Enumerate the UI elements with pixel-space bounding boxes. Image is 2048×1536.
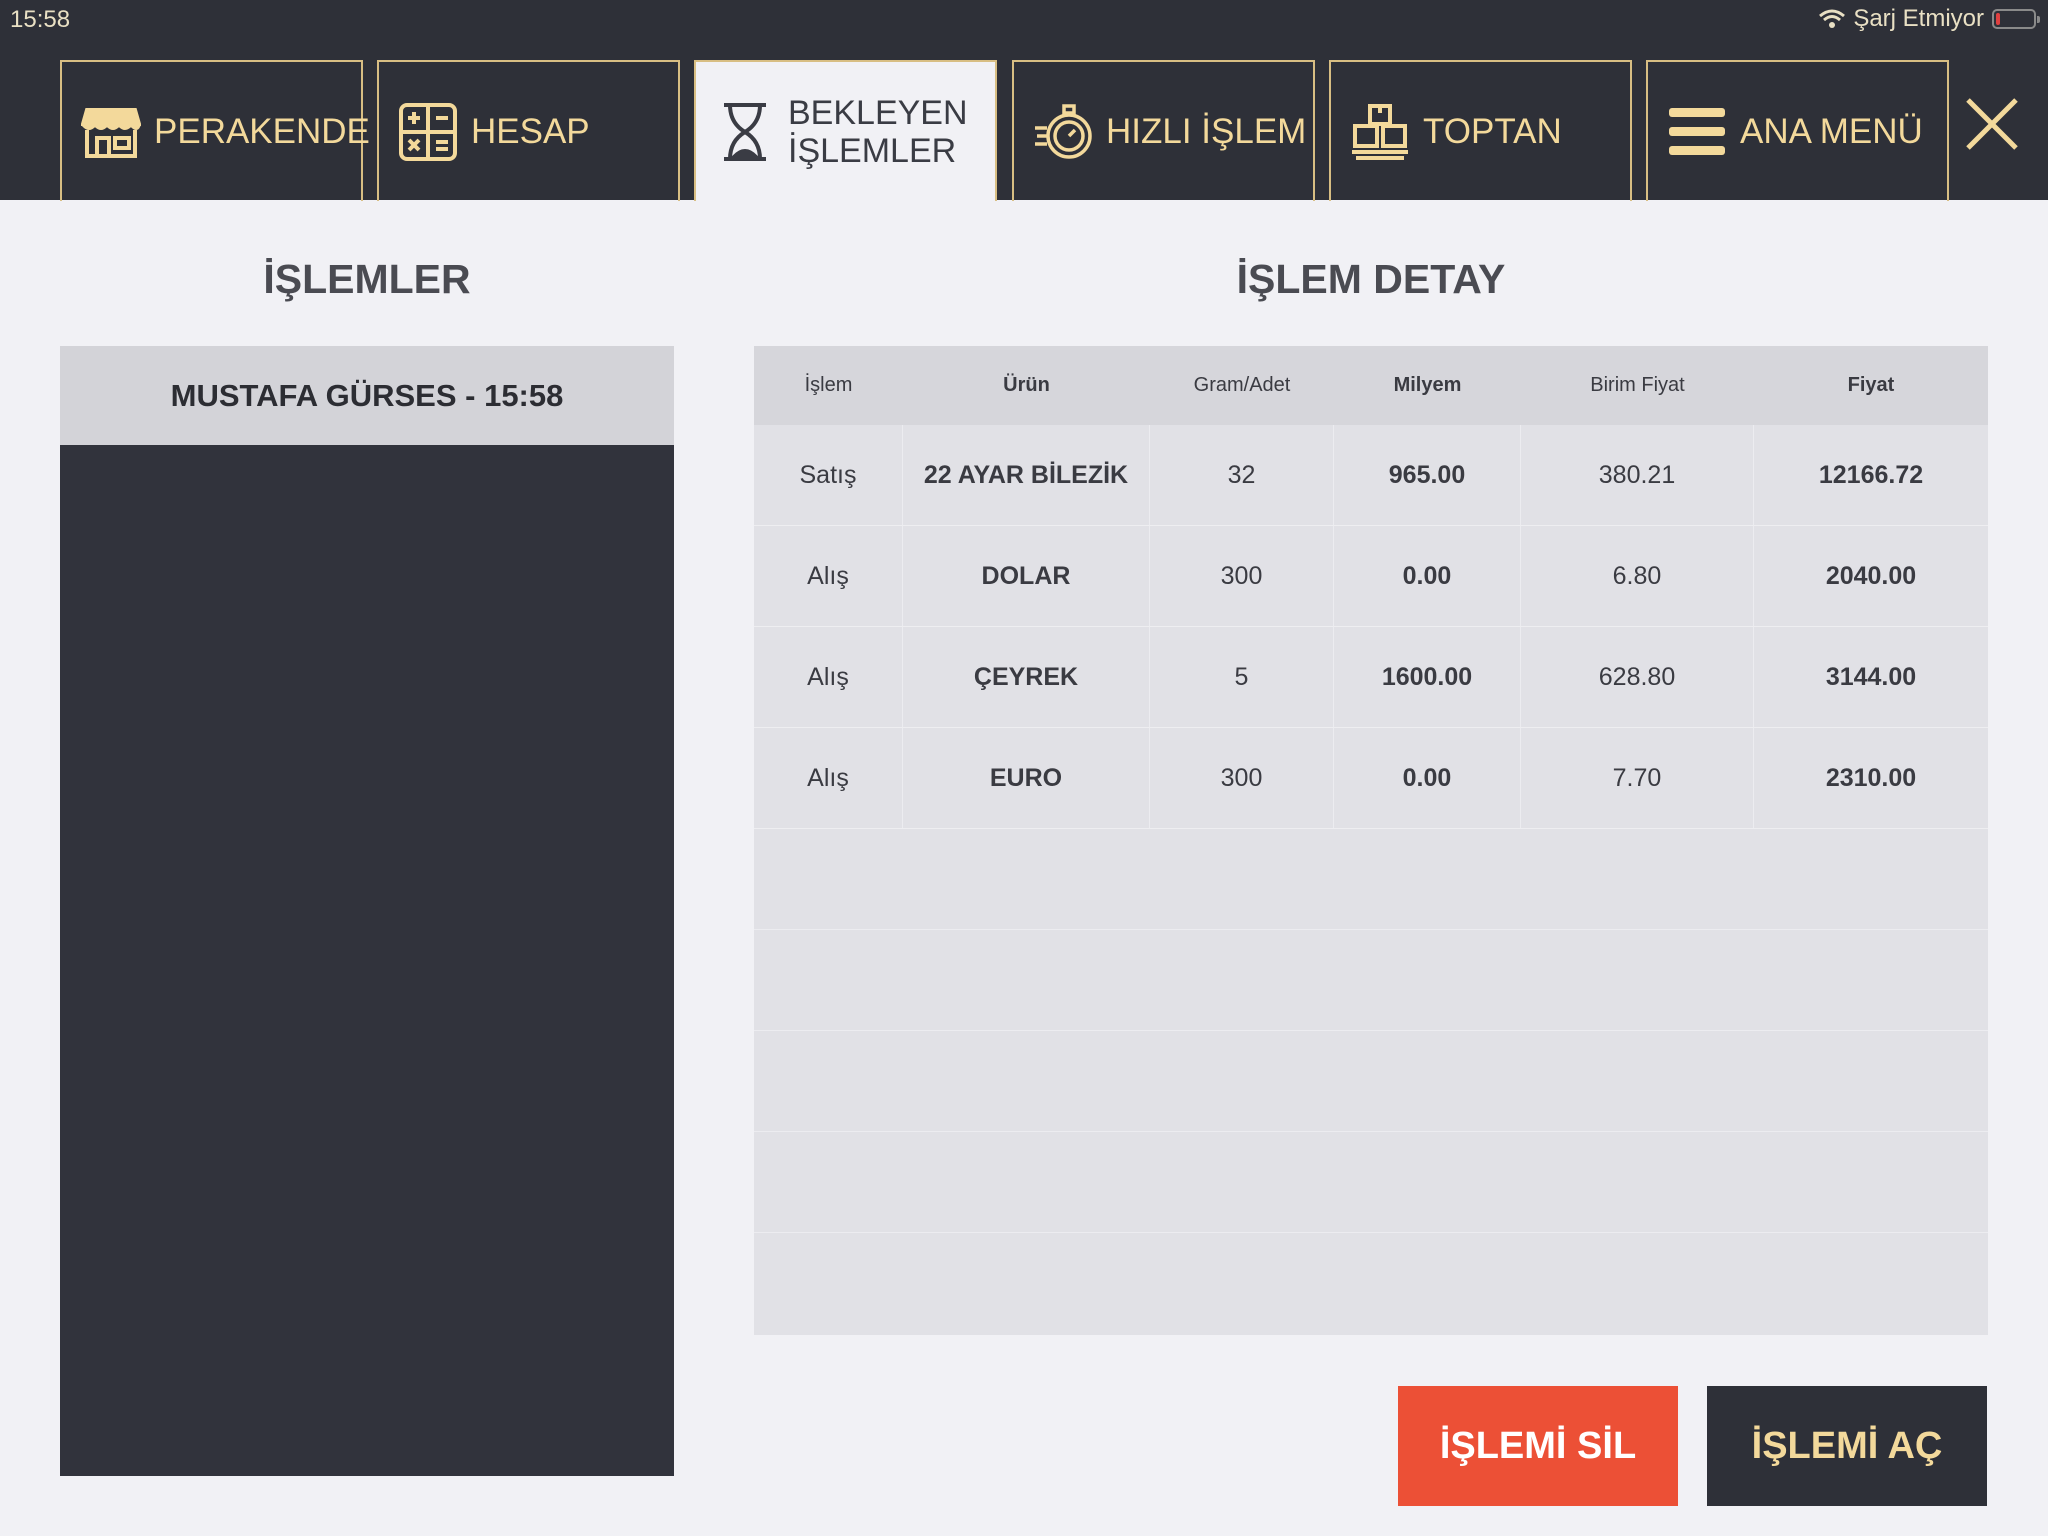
cell-gram-adet: 5 xyxy=(1150,627,1334,727)
cell-gram-adet: 32 xyxy=(1150,425,1334,525)
empty-row xyxy=(754,930,1988,1031)
table-row[interactable]: Alış DOLAR 300 0.00 6.80 2040.00 xyxy=(754,526,1988,627)
tab-perakende[interactable]: PERAKENDE xyxy=(60,60,370,201)
cell-gram-adet: 300 xyxy=(1150,526,1334,626)
tab-label: PERAKENDE xyxy=(154,111,370,151)
cell-islem: Alış xyxy=(754,627,903,727)
transactions-list: MUSTAFA GÜRSES - 15:58 xyxy=(60,346,674,1476)
cell-birim-fiyat: 7.70 xyxy=(1521,728,1754,828)
tab-label: HIZLI İŞLEM xyxy=(1106,111,1307,151)
empty-row xyxy=(754,829,1988,930)
cell-birim-fiyat: 380.21 xyxy=(1521,425,1754,525)
delete-transaction-button[interactable]: İŞLEMİ SİL xyxy=(1398,1386,1678,1506)
cell-birim-fiyat: 628.80 xyxy=(1521,627,1754,727)
cell-milyem: 0.00 xyxy=(1334,728,1521,828)
hourglass-icon xyxy=(714,101,776,163)
table-row[interactable]: Alış EURO 300 0.00 7.70 2310.00 xyxy=(754,728,1988,829)
tab-bekleyen-islemler[interactable]: BEKLEYEN İŞLEMLER xyxy=(694,60,997,201)
battery-icon xyxy=(1992,9,2040,29)
empty-row xyxy=(754,1132,1988,1233)
cell-milyem: 965.00 xyxy=(1334,425,1521,525)
tab-label-line2: İŞLEMLER xyxy=(788,131,957,170)
stopwatch-icon xyxy=(1032,101,1094,163)
status-indicators: Şarj Etmiyor xyxy=(1819,5,2040,33)
transaction-detail-title: İŞLEM DETAY xyxy=(1236,256,1506,302)
header-birim-fiyat: Birim Fiyat xyxy=(1590,374,1685,396)
header-islem: İşlem xyxy=(804,374,853,396)
close-icon[interactable] xyxy=(1960,92,2024,156)
cell-milyem: 1600.00 xyxy=(1334,627,1521,727)
table-row[interactable]: Alış ÇEYREK 5 1600.00 628.80 3144.00 xyxy=(754,627,1988,728)
empty-row xyxy=(754,1031,1988,1132)
cell-fiyat: 3144.00 xyxy=(1825,662,1917,691)
cell-urun: DOLAR xyxy=(903,526,1150,626)
cell-urun: EURO xyxy=(903,728,1150,828)
calculator-icon xyxy=(397,101,459,163)
status-time: 15:58 xyxy=(10,6,71,33)
boxes-icon xyxy=(1349,101,1411,163)
tab-label: ANA MENÜ xyxy=(1740,111,1923,151)
top-bar: 15:58 Şarj Etmiyor PERAKENDE HESAP BEKLE… xyxy=(0,0,2048,201)
transactions-title: İŞLEMLER xyxy=(263,256,471,302)
cell-birim-fiyat: 6.80 xyxy=(1521,526,1754,626)
tab-label: TOPTAN xyxy=(1423,111,1562,151)
header-milyem: Milyem xyxy=(1393,374,1462,396)
table-header: İşlem Ürün Gram/Adet Milyem Birim Fiyat … xyxy=(754,346,1988,425)
tab-ana-menu[interactable]: ANA MENÜ xyxy=(1646,60,1949,201)
wifi-icon xyxy=(1819,9,1846,28)
cell-fiyat: 2310.00 xyxy=(1825,763,1917,792)
cell-islem: Alış xyxy=(754,728,903,828)
cell-gram-adet: 300 xyxy=(1150,728,1334,828)
detail-table: İşlem Ürün Gram/Adet Milyem Birim Fiyat … xyxy=(754,346,1988,1335)
cell-urun: ÇEYREK xyxy=(903,627,1150,727)
list-item[interactable]: MUSTAFA GÜRSES - 15:58 xyxy=(60,346,674,445)
tab-toptan[interactable]: TOPTAN xyxy=(1329,60,1632,201)
cell-urun: 22 AYAR BİLEZİK xyxy=(903,425,1150,525)
header-urun: Ürün xyxy=(1003,374,1050,396)
cell-fiyat: 12166.72 xyxy=(1818,460,1924,489)
cell-milyem: 0.00 xyxy=(1334,526,1521,626)
tab-label: HESAP xyxy=(471,111,590,151)
header-gram-adet: Gram/Adet xyxy=(1193,374,1291,396)
charging-status: Şarj Etmiyor xyxy=(1853,5,1984,32)
store-icon xyxy=(80,101,142,163)
cell-islem: Alış xyxy=(754,526,903,626)
tab-label: BEKLEYEN İŞLEMLER xyxy=(788,94,968,170)
menu-icon xyxy=(1666,101,1728,163)
cell-fiyat: 2040.00 xyxy=(1825,561,1917,590)
tab-label-line1: BEKLEYEN xyxy=(788,93,968,132)
open-transaction-button[interactable]: İŞLEMİ AÇ xyxy=(1707,1386,1987,1506)
cell-islem: Satış xyxy=(754,425,903,525)
table-row[interactable]: Satış 22 AYAR BİLEZİK 32 965.00 380.21 1… xyxy=(754,425,1988,526)
tab-hizli-islem[interactable]: HIZLI İŞLEM xyxy=(1012,60,1315,201)
header-fiyat: Fiyat xyxy=(1847,374,1895,396)
tab-hesap[interactable]: HESAP xyxy=(377,60,680,201)
